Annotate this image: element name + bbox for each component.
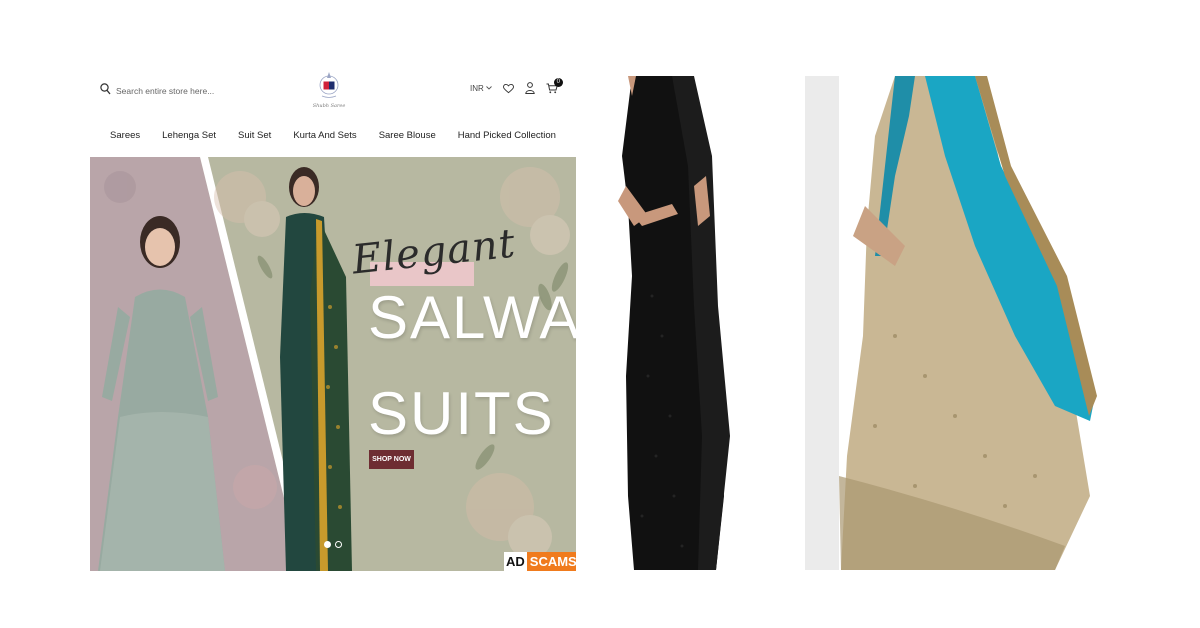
slider-pagination — [324, 541, 342, 548]
watermark-part-ad: AD — [504, 552, 527, 571]
chevron-down-icon — [485, 86, 492, 90]
slider-dot-1[interactable] — [324, 541, 331, 548]
search-bar[interactable] — [100, 82, 236, 100]
heart-icon — [502, 83, 514, 93]
header-utilities: INR 0 — [470, 77, 563, 94]
store-screenshot: Shubh Saree INR 0 Sarees Lehenga Set Sui… — [90, 70, 576, 571]
nav-item-sarees[interactable]: Sarees — [110, 130, 140, 141]
account-button[interactable] — [525, 82, 535, 94]
slider-dot-2[interactable] — [335, 541, 342, 548]
shop-now-button[interactable]: SHOP NOW — [369, 450, 414, 469]
nav-item-suit-set[interactable]: Suit Set — [238, 130, 271, 141]
hero-banner[interactable]: Elegant SALWAAR SUITS SHOP NOW AD SCAMS — [90, 157, 576, 571]
nav-item-lehenga-set[interactable]: Lehenga Set — [162, 130, 216, 141]
logo-caption: Shubh Saree — [312, 103, 346, 109]
store-header: Shubh Saree INR 0 — [90, 70, 576, 126]
product-image-beige-teal-saree — [805, 76, 1105, 570]
adscams-watermark: AD SCAMS — [504, 552, 576, 571]
watermark-part-scams: SCAMS — [526, 552, 576, 571]
user-icon — [525, 82, 535, 94]
currency-label: INR — [470, 83, 484, 93]
nav-item-kurta-and-sets[interactable]: Kurta And Sets — [293, 130, 356, 141]
logo-emblem-icon — [319, 72, 339, 98]
currency-selector[interactable]: INR — [470, 84, 492, 93]
banner-artwork — [90, 157, 570, 571]
cart-count-badge: 0 — [553, 77, 563, 87]
main-navigation: Sarees Lehenga Set Suit Set Kurta And Se… — [90, 130, 576, 141]
wishlist-button[interactable] — [502, 83, 514, 94]
search-input[interactable] — [116, 86, 236, 96]
banner-headline-line-2: SUITS — [368, 380, 555, 447]
nav-item-hand-picked-collection[interactable]: Hand Picked Collection — [458, 130, 556, 141]
cart-button[interactable]: 0 — [546, 77, 563, 94]
search-icon[interactable] — [100, 82, 111, 100]
banner-headline-line-1: SALWAAR — [368, 284, 576, 351]
product-image-black-saree — [612, 76, 754, 570]
nav-item-saree-blouse[interactable]: Saree Blouse — [379, 130, 436, 141]
store-logo[interactable]: Shubh Saree — [313, 70, 345, 116]
